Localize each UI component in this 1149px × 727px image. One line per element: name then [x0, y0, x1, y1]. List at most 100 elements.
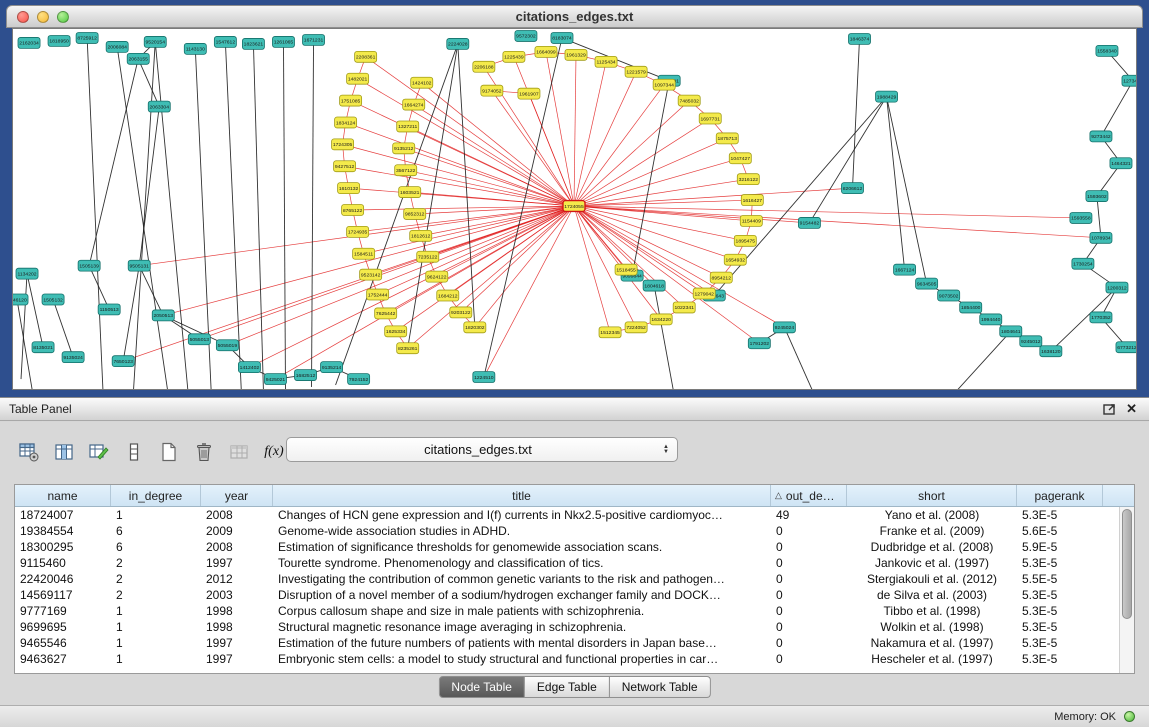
import-table-icon[interactable]	[226, 439, 252, 465]
cell-in_degree[interactable]: 1	[111, 508, 201, 522]
cell-short[interactable]: Tibbo et al. (1998)	[847, 604, 1017, 618]
cell-in_degree[interactable]: 2	[111, 556, 201, 570]
cell-short[interactable]: Wolkin et al. (1998)	[847, 620, 1017, 634]
cell-title[interactable]: Structural magnetic resonance image aver…	[273, 620, 771, 634]
cell-short[interactable]: Hescheler et al. (1997)	[847, 652, 1017, 666]
cell-name[interactable]: 18724007	[15, 508, 111, 522]
cell-in_degree[interactable]: 2	[111, 588, 201, 602]
cell-name[interactable]: 9463627	[15, 652, 111, 666]
tab-edge-table[interactable]: Edge Table	[525, 676, 610, 698]
table-row[interactable]: 946554611997Estimation of the future num…	[15, 635, 1134, 651]
column-header-year[interactable]: year	[201, 485, 273, 506]
cell-in_degree[interactable]: 6	[111, 540, 201, 554]
cell-year[interactable]: 2008	[201, 508, 273, 522]
cell-pagerank[interactable]: 5.3E-5	[1017, 508, 1103, 522]
cell-title[interactable]: Tourette syndrome. Phenomenology and cla…	[273, 556, 771, 570]
cell-out_degree[interactable]: 0	[771, 588, 847, 602]
cell-title[interactable]: Estimation of the future numbers of pati…	[273, 636, 771, 650]
cell-pagerank[interactable]: 5.3E-5	[1017, 620, 1103, 634]
cell-pagerank[interactable]: 5.3E-5	[1017, 636, 1103, 650]
cell-pagerank[interactable]: 5.6E-5	[1017, 524, 1103, 538]
cell-title[interactable]: Changes of HCN gene expression and I(f) …	[273, 508, 771, 522]
cell-title[interactable]: Embryonic stem cells: a model to study s…	[273, 652, 771, 666]
cell-out_degree[interactable]: 0	[771, 604, 847, 618]
column-header-out_degree[interactable]: △out_de…	[771, 485, 847, 506]
cell-in_degree[interactable]: 1	[111, 604, 201, 618]
cell-name[interactable]: 18300295	[15, 540, 111, 554]
table-row[interactable]: 1830029562008Estimation of significance …	[15, 539, 1134, 555]
function-builder-icon[interactable]: f(x)	[261, 439, 287, 465]
minimize-window-button[interactable]	[37, 11, 49, 23]
edit-table-icon[interactable]	[86, 439, 112, 465]
cell-name[interactable]: 9115460	[15, 556, 111, 570]
network-window-titlebar[interactable]: citations_edges.txt	[6, 5, 1143, 28]
cell-in_degree[interactable]: 1	[111, 636, 201, 650]
cell-in_degree[interactable]: 1	[111, 652, 201, 666]
cell-short[interactable]: Dudbridge et al. (2008)	[847, 540, 1017, 554]
cell-year[interactable]: 2009	[201, 524, 273, 538]
cell-in_degree[interactable]: 1	[111, 620, 201, 634]
cell-year[interactable]: 1997	[201, 636, 273, 650]
cell-name[interactable]: 9699695	[15, 620, 111, 634]
zoom-window-button[interactable]	[57, 11, 69, 23]
cell-short[interactable]: Jankovic et al. (1997)	[847, 556, 1017, 570]
cell-title[interactable]: Investigating the contribution of common…	[273, 572, 771, 586]
cell-short[interactable]: Franke et al. (2009)	[847, 524, 1017, 538]
cell-short[interactable]: Yano et al. (2008)	[847, 508, 1017, 522]
tab-network-table[interactable]: Network Table	[610, 676, 711, 698]
table-row[interactable]: 1938455462009Genome-wide association stu…	[15, 523, 1134, 539]
cell-year[interactable]: 1998	[201, 620, 273, 634]
cell-pagerank[interactable]: 5.3E-5	[1017, 604, 1103, 618]
column-header-in_degree[interactable]: in_degree	[111, 485, 201, 506]
table-select-dropdown[interactable]: citations_edges.txt ▲▼	[286, 437, 678, 462]
table-row[interactable]: 969969511998Structural magnetic resonanc…	[15, 619, 1134, 635]
cell-in_degree[interactable]: 2	[111, 572, 201, 586]
column-header-short[interactable]: short	[847, 485, 1017, 506]
cell-year[interactable]: 1998	[201, 604, 273, 618]
cell-title[interactable]: Estimation of significance thresholds fo…	[273, 540, 771, 554]
cell-out_degree[interactable]: 0	[771, 620, 847, 634]
cell-pagerank[interactable]: 5.5E-5	[1017, 572, 1103, 586]
table-row[interactable]: 2242004622012Investigating the contribut…	[15, 571, 1134, 587]
cell-name[interactable]: 14569117	[15, 588, 111, 602]
float-panel-icon[interactable]	[1103, 403, 1116, 415]
cell-out_degree[interactable]: 0	[771, 652, 847, 666]
show-columns-icon[interactable]	[51, 439, 77, 465]
cell-pagerank[interactable]: 5.9E-5	[1017, 540, 1103, 554]
cell-pagerank[interactable]: 5.3E-5	[1017, 652, 1103, 666]
cell-name[interactable]: 22420046	[15, 572, 111, 586]
cell-name[interactable]: 9777169	[15, 604, 111, 618]
cell-title[interactable]: Genome-wide association studies in ADHD.	[273, 524, 771, 538]
cell-year[interactable]: 2008	[201, 540, 273, 554]
column-header-name[interactable]: name	[15, 485, 111, 506]
delete-table-icon[interactable]	[191, 439, 217, 465]
cell-name[interactable]: 9465546	[15, 636, 111, 650]
close-panel-icon[interactable]: ✕	[1126, 403, 1137, 415]
cell-title[interactable]: Disruption of a novel member of a sodium…	[273, 588, 771, 602]
table-row[interactable]: 977716911998Corpus callosum shape and si…	[15, 603, 1134, 619]
table-settings-icon[interactable]	[16, 439, 42, 465]
vertical-scrollbar[interactable]	[1119, 507, 1134, 673]
cell-title[interactable]: Corpus callosum shape and size in male p…	[273, 604, 771, 618]
cell-year[interactable]: 2003	[201, 588, 273, 602]
cell-out_degree[interactable]: 0	[771, 556, 847, 570]
cell-out_degree[interactable]: 0	[771, 572, 847, 586]
table-row[interactable]: 946362711997Embryonic stem cells: a mode…	[15, 651, 1134, 667]
cell-out_degree[interactable]: 49	[771, 508, 847, 522]
cell-pagerank[interactable]: 5.3E-5	[1017, 556, 1103, 570]
cell-short[interactable]: Nakamura et al. (1997)	[847, 636, 1017, 650]
cell-in_degree[interactable]: 6	[111, 524, 201, 538]
row-tools-icon[interactable]	[121, 439, 147, 465]
cell-out_degree[interactable]: 0	[771, 524, 847, 538]
cell-out_degree[interactable]: 0	[771, 636, 847, 650]
column-header-title[interactable]: title	[273, 485, 771, 506]
table-row[interactable]: 911546021997Tourette syndrome. Phenomeno…	[15, 555, 1134, 571]
table-row[interactable]: 1872400712008Changes of HCN gene express…	[15, 507, 1134, 523]
tab-node-table[interactable]: Node Table	[438, 676, 525, 698]
cell-pagerank[interactable]: 5.3E-5	[1017, 588, 1103, 602]
column-header-pagerank[interactable]: pagerank	[1017, 485, 1103, 506]
table-row[interactable]: 1456911722003Disruption of a novel membe…	[15, 587, 1134, 603]
cell-short[interactable]: Stergiakouli et al. (2012)	[847, 572, 1017, 586]
create-table-icon[interactable]	[156, 439, 182, 465]
cell-name[interactable]: 19384554	[15, 524, 111, 538]
